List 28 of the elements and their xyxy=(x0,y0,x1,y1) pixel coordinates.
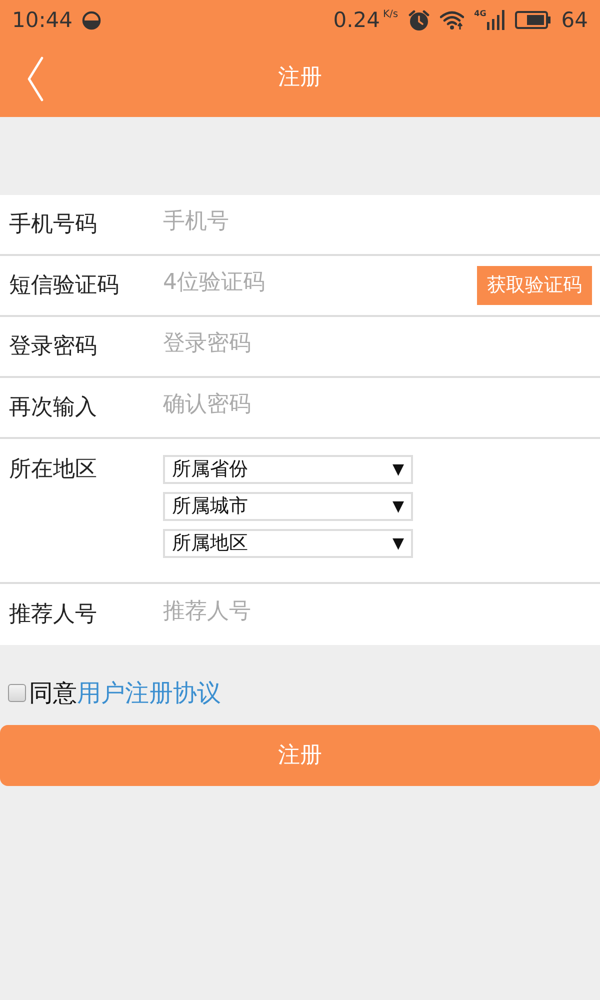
dropdown-select[interactable]: 所属省份 ▼ xyxy=(163,455,413,484)
back-chevron-icon[interactable] xyxy=(27,56,44,102)
input-field[interactable]: 4位验证码 xyxy=(163,264,477,300)
input-field[interactable]: 推荐人号 xyxy=(163,594,600,630)
half-circle-icon xyxy=(82,10,101,30)
field-label: 登录密码 xyxy=(8,333,98,361)
field-label: 推荐人号 xyxy=(8,601,98,629)
field-label: 短信验证码 xyxy=(8,272,120,300)
agree-text: 同意 xyxy=(29,678,77,709)
network-speed: 0.24 xyxy=(333,10,380,30)
network-type: 4G xyxy=(474,10,486,18)
dropdown-select[interactable]: 所属地区 ▼ xyxy=(163,529,413,558)
field-label: 手机号码 xyxy=(8,211,98,239)
status-time: 10:44 xyxy=(12,10,73,30)
agree-checkbox[interactable] xyxy=(8,684,26,702)
input-field[interactable]: 手机号 xyxy=(163,204,600,240)
battery-percent: 64 xyxy=(561,10,588,30)
page-title: 注册 xyxy=(278,64,322,92)
dropdown-select[interactable]: 所属城市 ▼ xyxy=(163,492,413,521)
input-field[interactable]: 确认密码 xyxy=(163,386,600,422)
wifi-icon xyxy=(440,10,464,30)
alarm-clock-icon xyxy=(408,10,430,30)
battery-icon xyxy=(515,11,552,29)
speed-unit: K/s xyxy=(382,10,398,20)
input-field[interactable]: 登录密码 xyxy=(163,326,600,362)
signal-bars-icon xyxy=(487,10,506,30)
field-label: 再次输入 xyxy=(8,394,98,422)
field-label: 所在地区 xyxy=(8,456,98,484)
